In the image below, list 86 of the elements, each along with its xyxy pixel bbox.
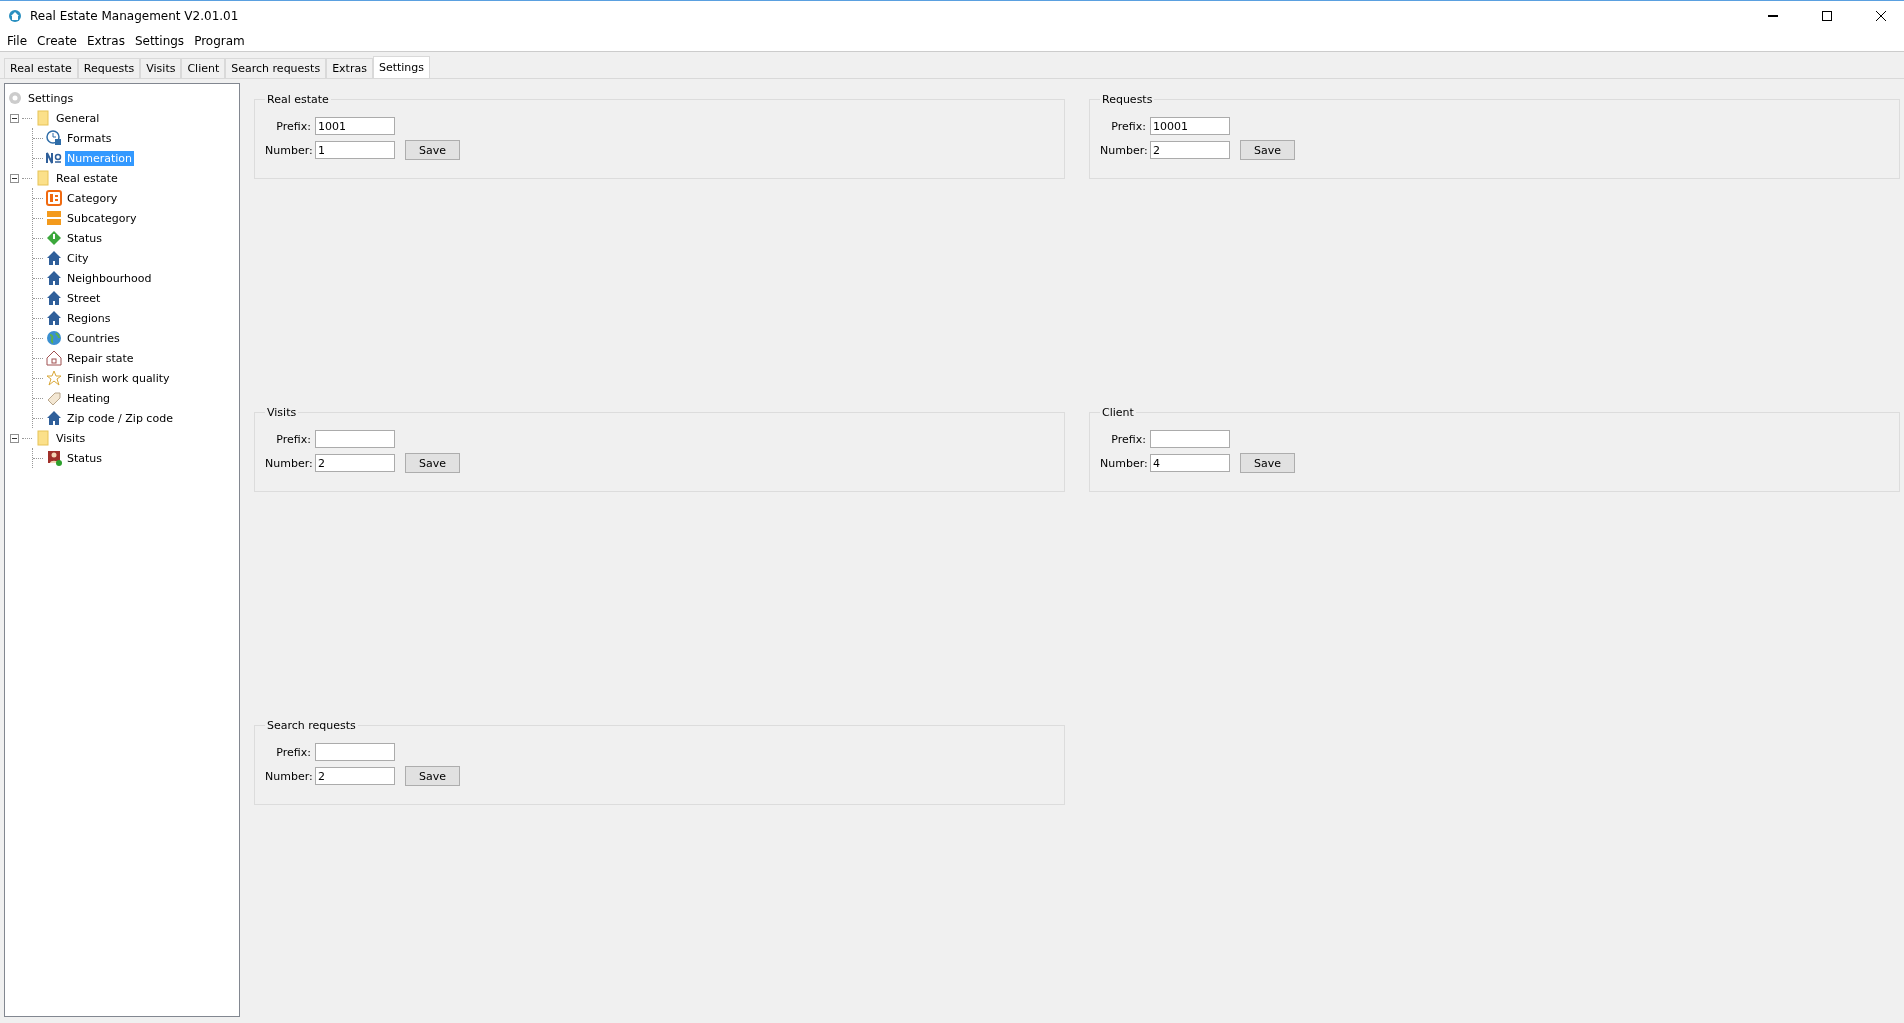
field-label: Prefix: <box>275 432 311 446</box>
menu-item[interactable]: Create <box>32 34 82 48</box>
number-field[interactable]: 2 <box>315 454 395 472</box>
tree-item[interactable]: Settings <box>26 90 76 106</box>
folder-icon <box>35 110 51 126</box>
folder-icon <box>35 430 51 446</box>
tree-item[interactable]: Category <box>65 190 120 206</box>
tab[interactable]: Extras <box>326 58 373 78</box>
tree-item[interactable]: Subcategory <box>65 210 139 226</box>
save-button[interactable]: Save <box>405 766 460 786</box>
tree-item[interactable]: Status <box>65 450 105 466</box>
tree-item[interactable]: Real estate <box>54 170 120 186</box>
tree-item[interactable]: Heating <box>65 390 113 406</box>
tree-item[interactable]: Neighbourhood <box>65 270 154 286</box>
globe-icon <box>46 330 62 346</box>
tag-icon <box>46 390 62 406</box>
tab[interactable]: Search requests <box>225 58 327 78</box>
tab[interactable]: Settings <box>372 56 431 78</box>
app-logo-icon <box>8 9 22 23</box>
collapse-icon[interactable] <box>10 113 19 123</box>
star-icon <box>46 370 62 386</box>
field-label: Number: <box>1100 456 1146 470</box>
group-title: Requests <box>1101 93 1154 106</box>
field-label: Prefix: <box>275 119 311 133</box>
field-label: Prefix: <box>275 745 311 759</box>
field-label: Number: <box>265 769 311 783</box>
prefix-field[interactable] <box>315 430 395 448</box>
save-button[interactable]: Save <box>405 453 460 473</box>
group-title: Real estate <box>266 93 330 106</box>
prefix-field[interactable] <box>315 743 395 761</box>
menu-item[interactable]: File <box>2 34 33 48</box>
tree-item[interactable]: City <box>65 250 91 266</box>
field-label: Number: <box>265 143 311 157</box>
group-title: Visits <box>266 406 298 419</box>
diamond-icon <box>46 230 62 246</box>
window-title: Real Estate Management V2.01.01 <box>30 9 240 23</box>
number-field[interactable]: 2 <box>315 767 395 785</box>
category-icon <box>46 190 62 206</box>
number-field[interactable]: 4 <box>1150 454 1230 472</box>
person-icon <box>46 450 62 466</box>
menu-item[interactable]: Extras <box>81 34 130 48</box>
house-outline-icon <box>46 350 62 366</box>
house-icon <box>46 310 62 326</box>
field-label: Number: <box>265 456 311 470</box>
field-label: Prefix: <box>1110 432 1146 446</box>
tree-item[interactable]: Visits <box>54 430 88 446</box>
save-button[interactable]: Save <box>405 140 460 160</box>
collapse-icon[interactable] <box>10 433 19 443</box>
menu-item[interactable]: Program <box>189 34 250 48</box>
house-icon <box>46 250 62 266</box>
tree-item[interactable]: Countries <box>65 330 122 346</box>
field-label: Number: <box>1100 143 1146 157</box>
prefix-field[interactable]: 1001 <box>315 117 395 135</box>
tab[interactable]: Visits <box>140 58 182 78</box>
menu-item[interactable]: Settings <box>129 34 190 48</box>
tree-item[interactable]: Repair state <box>65 350 136 366</box>
save-button[interactable]: Save <box>1240 453 1295 473</box>
tree-item[interactable]: Regions <box>65 310 113 326</box>
close-icon <box>1876 11 1886 21</box>
save-button[interactable]: Save <box>1240 140 1295 160</box>
gear-icon <box>7 90 23 106</box>
tree-item[interactable]: Street <box>65 290 103 306</box>
group-title: Search requests <box>266 719 357 732</box>
tree-item[interactable]: Formats <box>65 130 114 146</box>
tab[interactable]: Real estate <box>4 58 78 78</box>
maximize-icon <box>1822 11 1832 21</box>
tree-item[interactable]: Finish work quality <box>65 370 172 386</box>
house-icon <box>46 410 62 426</box>
house-icon <box>46 290 62 306</box>
folder-icon <box>35 170 51 186</box>
clock-icon <box>46 130 62 146</box>
group-title: Client <box>1101 406 1135 419</box>
prefix-field[interactable]: 10001 <box>1150 117 1230 135</box>
number-field[interactable]: 2 <box>1150 141 1230 159</box>
tab[interactable]: Requests <box>77 58 141 78</box>
folders-icon <box>46 210 62 226</box>
tree-item[interactable]: General <box>54 110 102 126</box>
number-field[interactable]: 1 <box>315 141 395 159</box>
prefix-field[interactable] <box>1150 430 1230 448</box>
house-icon <box>46 270 62 286</box>
number-sign-icon <box>46 150 62 166</box>
collapse-icon[interactable] <box>10 173 19 183</box>
tab[interactable]: Client <box>181 58 226 78</box>
field-label: Prefix: <box>1110 119 1146 133</box>
tree-item[interactable]: Status <box>65 230 105 246</box>
tree-item[interactable]: Zip code / Zip code <box>65 410 175 426</box>
